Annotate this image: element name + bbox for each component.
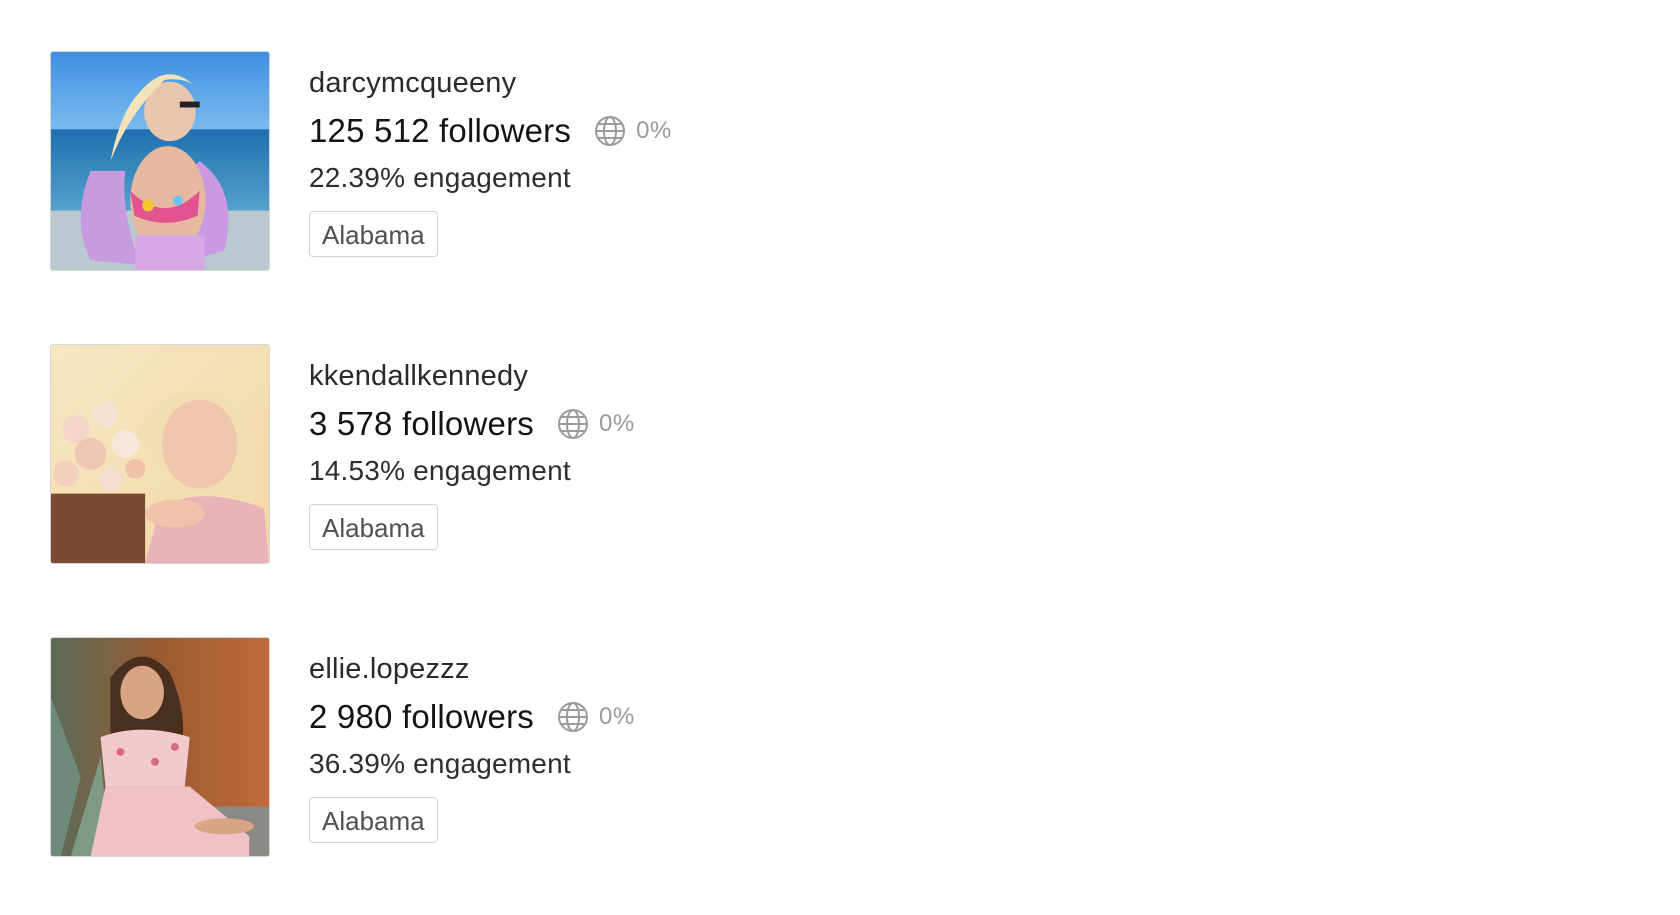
influencer-list: darcymcqueeny 125 512 followers 0% 22.39… (50, 51, 950, 857)
location-tag[interactable]: Alabama (309, 504, 438, 550)
audience-percent: 0% (598, 410, 635, 437)
influencer-card: ellie.lopezzz 2 980 followers 0% 36.39% … (50, 637, 950, 857)
profile-photo[interactable] (50, 51, 270, 271)
followers-row: 3 578 followers 0% (309, 406, 635, 442)
followers-row: 2 980 followers 0% (309, 699, 635, 735)
engagement-rate: 22.39% engagement (309, 162, 571, 193)
globe-icon (556, 407, 590, 441)
engagement-rate: 14.53% engagement (309, 455, 571, 486)
profile-photo[interactable] (50, 344, 270, 564)
globe-icon (556, 700, 590, 734)
audience-percent: 0% (598, 703, 635, 730)
influencer-info: ellie.lopezzz 2 980 followers 0% 36.39% … (309, 637, 635, 843)
username[interactable]: darcymcqueeny (309, 65, 672, 101)
follower-count: 2 980 followers (309, 698, 534, 735)
influencer-info: darcymcqueeny 125 512 followers 0% 22.39… (309, 51, 672, 257)
location-tag[interactable]: Alabama (309, 797, 438, 843)
username[interactable]: ellie.lopezzz (309, 651, 635, 687)
engagement-rate: 36.39% engagement (309, 748, 571, 779)
globe-icon (593, 114, 627, 148)
audience-percent: 0% (636, 117, 672, 144)
follower-count: 3 578 followers (309, 405, 534, 442)
followers-row: 125 512 followers 0% (309, 113, 672, 149)
location-tag[interactable]: Alabama (309, 211, 438, 257)
influencer-card: darcymcqueeny 125 512 followers 0% 22.39… (50, 51, 950, 271)
influencer-card: kkendallkennedy 3 578 followers 0% 14.53… (50, 344, 950, 564)
username[interactable]: kkendallkennedy (309, 358, 635, 394)
influencer-info: kkendallkennedy 3 578 followers 0% 14.53… (309, 344, 635, 550)
follower-count: 125 512 followers (309, 112, 572, 149)
profile-photo[interactable] (50, 637, 270, 857)
